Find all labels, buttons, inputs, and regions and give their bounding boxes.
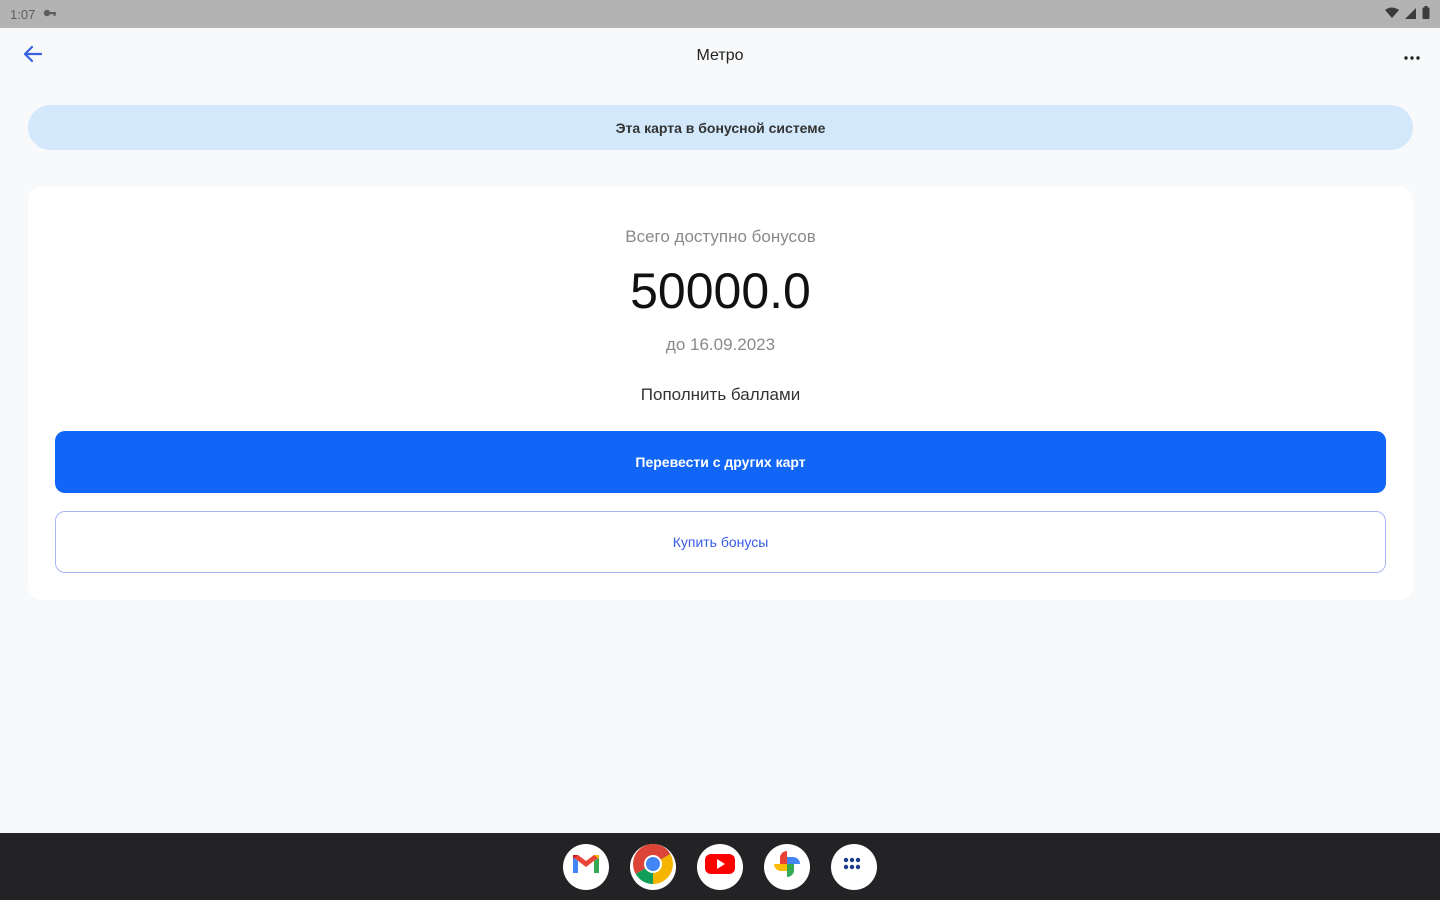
bonus-expiry-date: до 16.09.2023 — [665, 335, 776, 354]
status-time: 1:07 — [10, 6, 36, 22]
taskbar-dock — [0, 833, 1440, 900]
status-left: 1:07 — [10, 7, 57, 22]
back-button[interactable] — [16, 40, 48, 72]
total-bonus-label: Всего доступно бонусов — [625, 227, 816, 246]
app-bar: Метро — [0, 28, 1440, 84]
topup-section-label: Пополнить баллами — [640, 385, 801, 404]
photos-icon — [772, 849, 802, 884]
more-options-button[interactable] — [1398, 40, 1426, 72]
transfer-from-other-cards-button[interactable]: Перевести с других карт — [55, 431, 1386, 493]
bonus-system-banner: Эта карта в бонусной системе — [28, 105, 1413, 150]
gmail-app[interactable] — [563, 843, 609, 890]
chrome-icon — [631, 842, 675, 891]
key-icon — [43, 7, 57, 22]
status-right — [1385, 6, 1430, 22]
bonus-card: Всего доступно бонусов 50000.0 до 16.09.… — [28, 186, 1413, 600]
gmail-icon — [571, 852, 601, 881]
youtube-app[interactable] — [697, 843, 743, 890]
wifi-icon — [1385, 7, 1399, 22]
page-title: Метро — [696, 47, 744, 64]
total-bonus-value: 50000.0 — [630, 263, 811, 319]
photos-app[interactable] — [764, 843, 810, 890]
cell-signal-icon — [1405, 7, 1416, 22]
more-horizontal-icon — [1404, 47, 1420, 65]
status-bar: 1:07 — [0, 0, 1440, 28]
arrow-left-icon — [22, 45, 43, 68]
battery-icon — [1422, 6, 1430, 22]
youtube-icon — [704, 852, 736, 881]
buy-bonuses-button[interactable]: Купить бонусы — [55, 511, 1386, 573]
app-drawer-button[interactable] — [831, 843, 877, 890]
app-drawer-icon — [843, 857, 865, 876]
chrome-app[interactable] — [630, 842, 676, 891]
